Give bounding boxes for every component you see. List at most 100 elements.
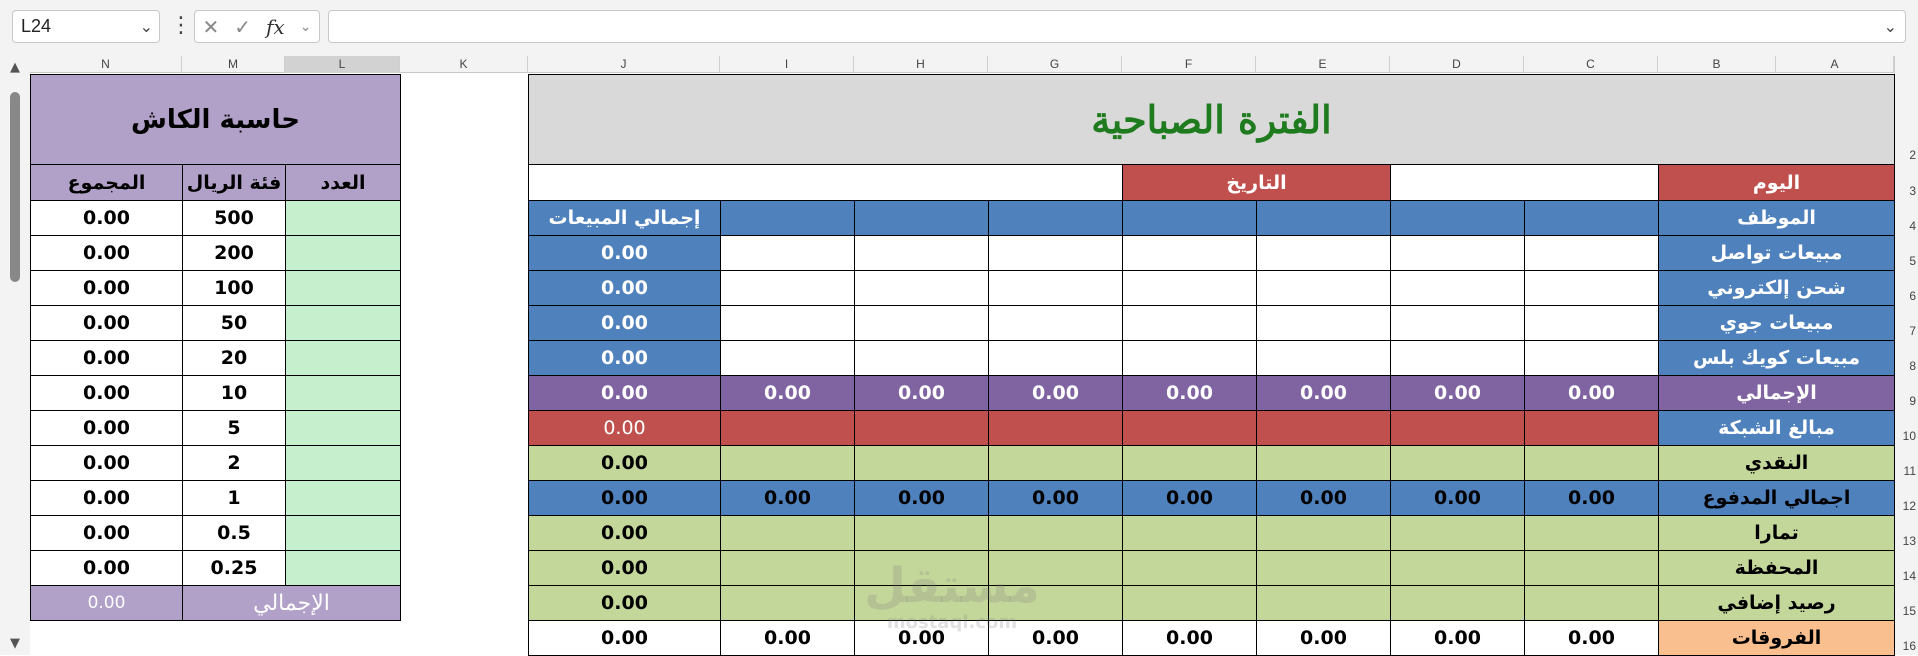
row-header-12[interactable]: 12 (1894, 499, 1916, 513)
sales-input-g[interactable] (988, 340, 1123, 376)
cash-row-cell-f[interactable] (1122, 445, 1257, 481)
column-header-c[interactable]: C (1524, 56, 1658, 73)
sales-input-h[interactable] (854, 340, 989, 376)
sales-input-e[interactable] (1256, 235, 1391, 271)
sales-input-h[interactable] (854, 305, 989, 341)
cash-calc-count-input[interactable] (285, 515, 401, 551)
sales-input-g[interactable] (988, 305, 1123, 341)
sales-input-c[interactable] (1524, 340, 1659, 376)
tamara-row-cell-g[interactable] (988, 515, 1123, 551)
cash-row-cell-d[interactable] (1390, 445, 1525, 481)
enter-check-icon[interactable]: ✓ (234, 15, 251, 39)
cash-row-cell-e[interactable] (1256, 445, 1391, 481)
sales-input-d[interactable] (1390, 340, 1525, 376)
sales-input-e[interactable] (1256, 340, 1391, 376)
sales-input-c[interactable] (1524, 270, 1659, 306)
cash-calc-count-input[interactable] (285, 340, 401, 376)
tamara-row-cell-e[interactable] (1256, 515, 1391, 551)
wallet-row-cell-f[interactable] (1122, 550, 1257, 586)
column-header-h[interactable]: H (854, 56, 988, 73)
column-header-d[interactable]: D (1390, 56, 1524, 73)
extra-row-cell-f[interactable] (1122, 585, 1257, 621)
network-row-cell-i[interactable] (720, 410, 855, 446)
employee-cell-i[interactable] (720, 200, 855, 236)
column-header-f[interactable]: F (1122, 56, 1256, 73)
wallet-row-cell-i[interactable] (720, 550, 855, 586)
sales-input-h[interactable] (854, 235, 989, 271)
cash-row-cell-c[interactable] (1524, 445, 1659, 481)
extra-row-cell-h[interactable] (854, 585, 989, 621)
scroll-down-icon[interactable]: ▼ (7, 636, 23, 651)
cash-calc-count-input[interactable] (285, 200, 401, 236)
cash-calc-count-input[interactable] (285, 410, 401, 446)
sales-input-f[interactable] (1122, 305, 1257, 341)
cash-calc-count-input[interactable] (285, 550, 401, 586)
employee-cell-e[interactable] (1256, 200, 1391, 236)
scrollbar-thumb[interactable] (10, 92, 20, 282)
employee-cell-h[interactable] (854, 200, 989, 236)
employee-cell-g[interactable] (988, 200, 1123, 236)
more-options-icon[interactable]: ⋮ (170, 12, 192, 42)
sales-input-f[interactable] (1122, 235, 1257, 271)
column-header-l[interactable]: L (285, 56, 400, 73)
cash-calc-count-input[interactable] (285, 270, 401, 306)
scroll-up-icon[interactable]: ▲ (7, 60, 23, 75)
wallet-row-cell-c[interactable] (1524, 550, 1659, 586)
wallet-row-cell-e[interactable] (1256, 550, 1391, 586)
tamara-row-cell-f[interactable] (1122, 515, 1257, 551)
sales-input-f[interactable] (1122, 340, 1257, 376)
sales-input-d[interactable] (1390, 235, 1525, 271)
column-header-j[interactable]: J (528, 56, 720, 73)
row-header-10[interactable]: 10 (1894, 429, 1916, 443)
extra-row-cell-d[interactable] (1390, 585, 1525, 621)
sales-input-e[interactable] (1256, 270, 1391, 306)
row-header-11[interactable]: 11 (1894, 464, 1916, 478)
cash-row-cell-g[interactable] (988, 445, 1123, 481)
row-header-5[interactable]: 5 (1894, 254, 1916, 268)
extra-row-cell-g[interactable] (988, 585, 1123, 621)
sales-input-h[interactable] (854, 270, 989, 306)
row-header-14[interactable]: 14 (1894, 569, 1916, 583)
sales-input-i[interactable] (720, 270, 855, 306)
cash-row-cell-h[interactable] (854, 445, 989, 481)
sales-input-d[interactable] (1390, 305, 1525, 341)
wallet-row-cell-g[interactable] (988, 550, 1123, 586)
column-header-e[interactable]: E (1256, 56, 1390, 73)
row-header-15[interactable]: 15 (1894, 604, 1916, 618)
extra-row-cell-e[interactable] (1256, 585, 1391, 621)
column-header-g[interactable]: G (988, 56, 1122, 73)
employee-cell-c[interactable] (1524, 200, 1659, 236)
column-header-k[interactable]: K (400, 56, 528, 73)
tamara-row-cell-h[interactable] (854, 515, 989, 551)
network-row-cell-c[interactable] (1524, 410, 1659, 446)
sales-input-d[interactable] (1390, 270, 1525, 306)
network-row-cell-d[interactable] (1390, 410, 1525, 446)
date-value-cell[interactable] (528, 164, 1123, 201)
sales-input-i[interactable] (720, 235, 855, 271)
row-header-13[interactable]: 13 (1894, 534, 1916, 548)
employee-cell-d[interactable] (1390, 200, 1525, 236)
wallet-row-cell-h[interactable] (854, 550, 989, 586)
cash-calc-count-input[interactable] (285, 375, 401, 411)
cash-calc-count-input[interactable] (285, 445, 401, 481)
cash-calc-count-input[interactable] (285, 235, 401, 271)
row-header-3[interactable]: 3 (1894, 184, 1916, 198)
cancel-icon[interactable]: ✕ (203, 15, 220, 39)
tamara-row-cell-i[interactable] (720, 515, 855, 551)
tamara-row-cell-d[interactable] (1390, 515, 1525, 551)
cash-calc-count-input[interactable] (285, 480, 401, 516)
insert-function-button[interactable]: fx (266, 15, 285, 39)
sales-input-i[interactable] (720, 340, 855, 376)
sales-input-i[interactable] (720, 305, 855, 341)
cash-row-cell-i[interactable] (720, 445, 855, 481)
vertical-scrollbar[interactable]: ▲ ▼ (0, 56, 30, 655)
cash-calc-count-input[interactable] (285, 305, 401, 341)
row-header-16[interactable]: 16 (1894, 639, 1916, 653)
chevron-down-icon[interactable]: ⌄ (300, 19, 312, 35)
extra-row-cell-c[interactable] (1524, 585, 1659, 621)
sales-input-c[interactable] (1524, 305, 1659, 341)
row-header-4[interactable]: 4 (1894, 219, 1916, 233)
sales-input-e[interactable] (1256, 305, 1391, 341)
row-header-2[interactable]: 2 (1894, 148, 1916, 162)
tamara-row-cell-c[interactable] (1524, 515, 1659, 551)
